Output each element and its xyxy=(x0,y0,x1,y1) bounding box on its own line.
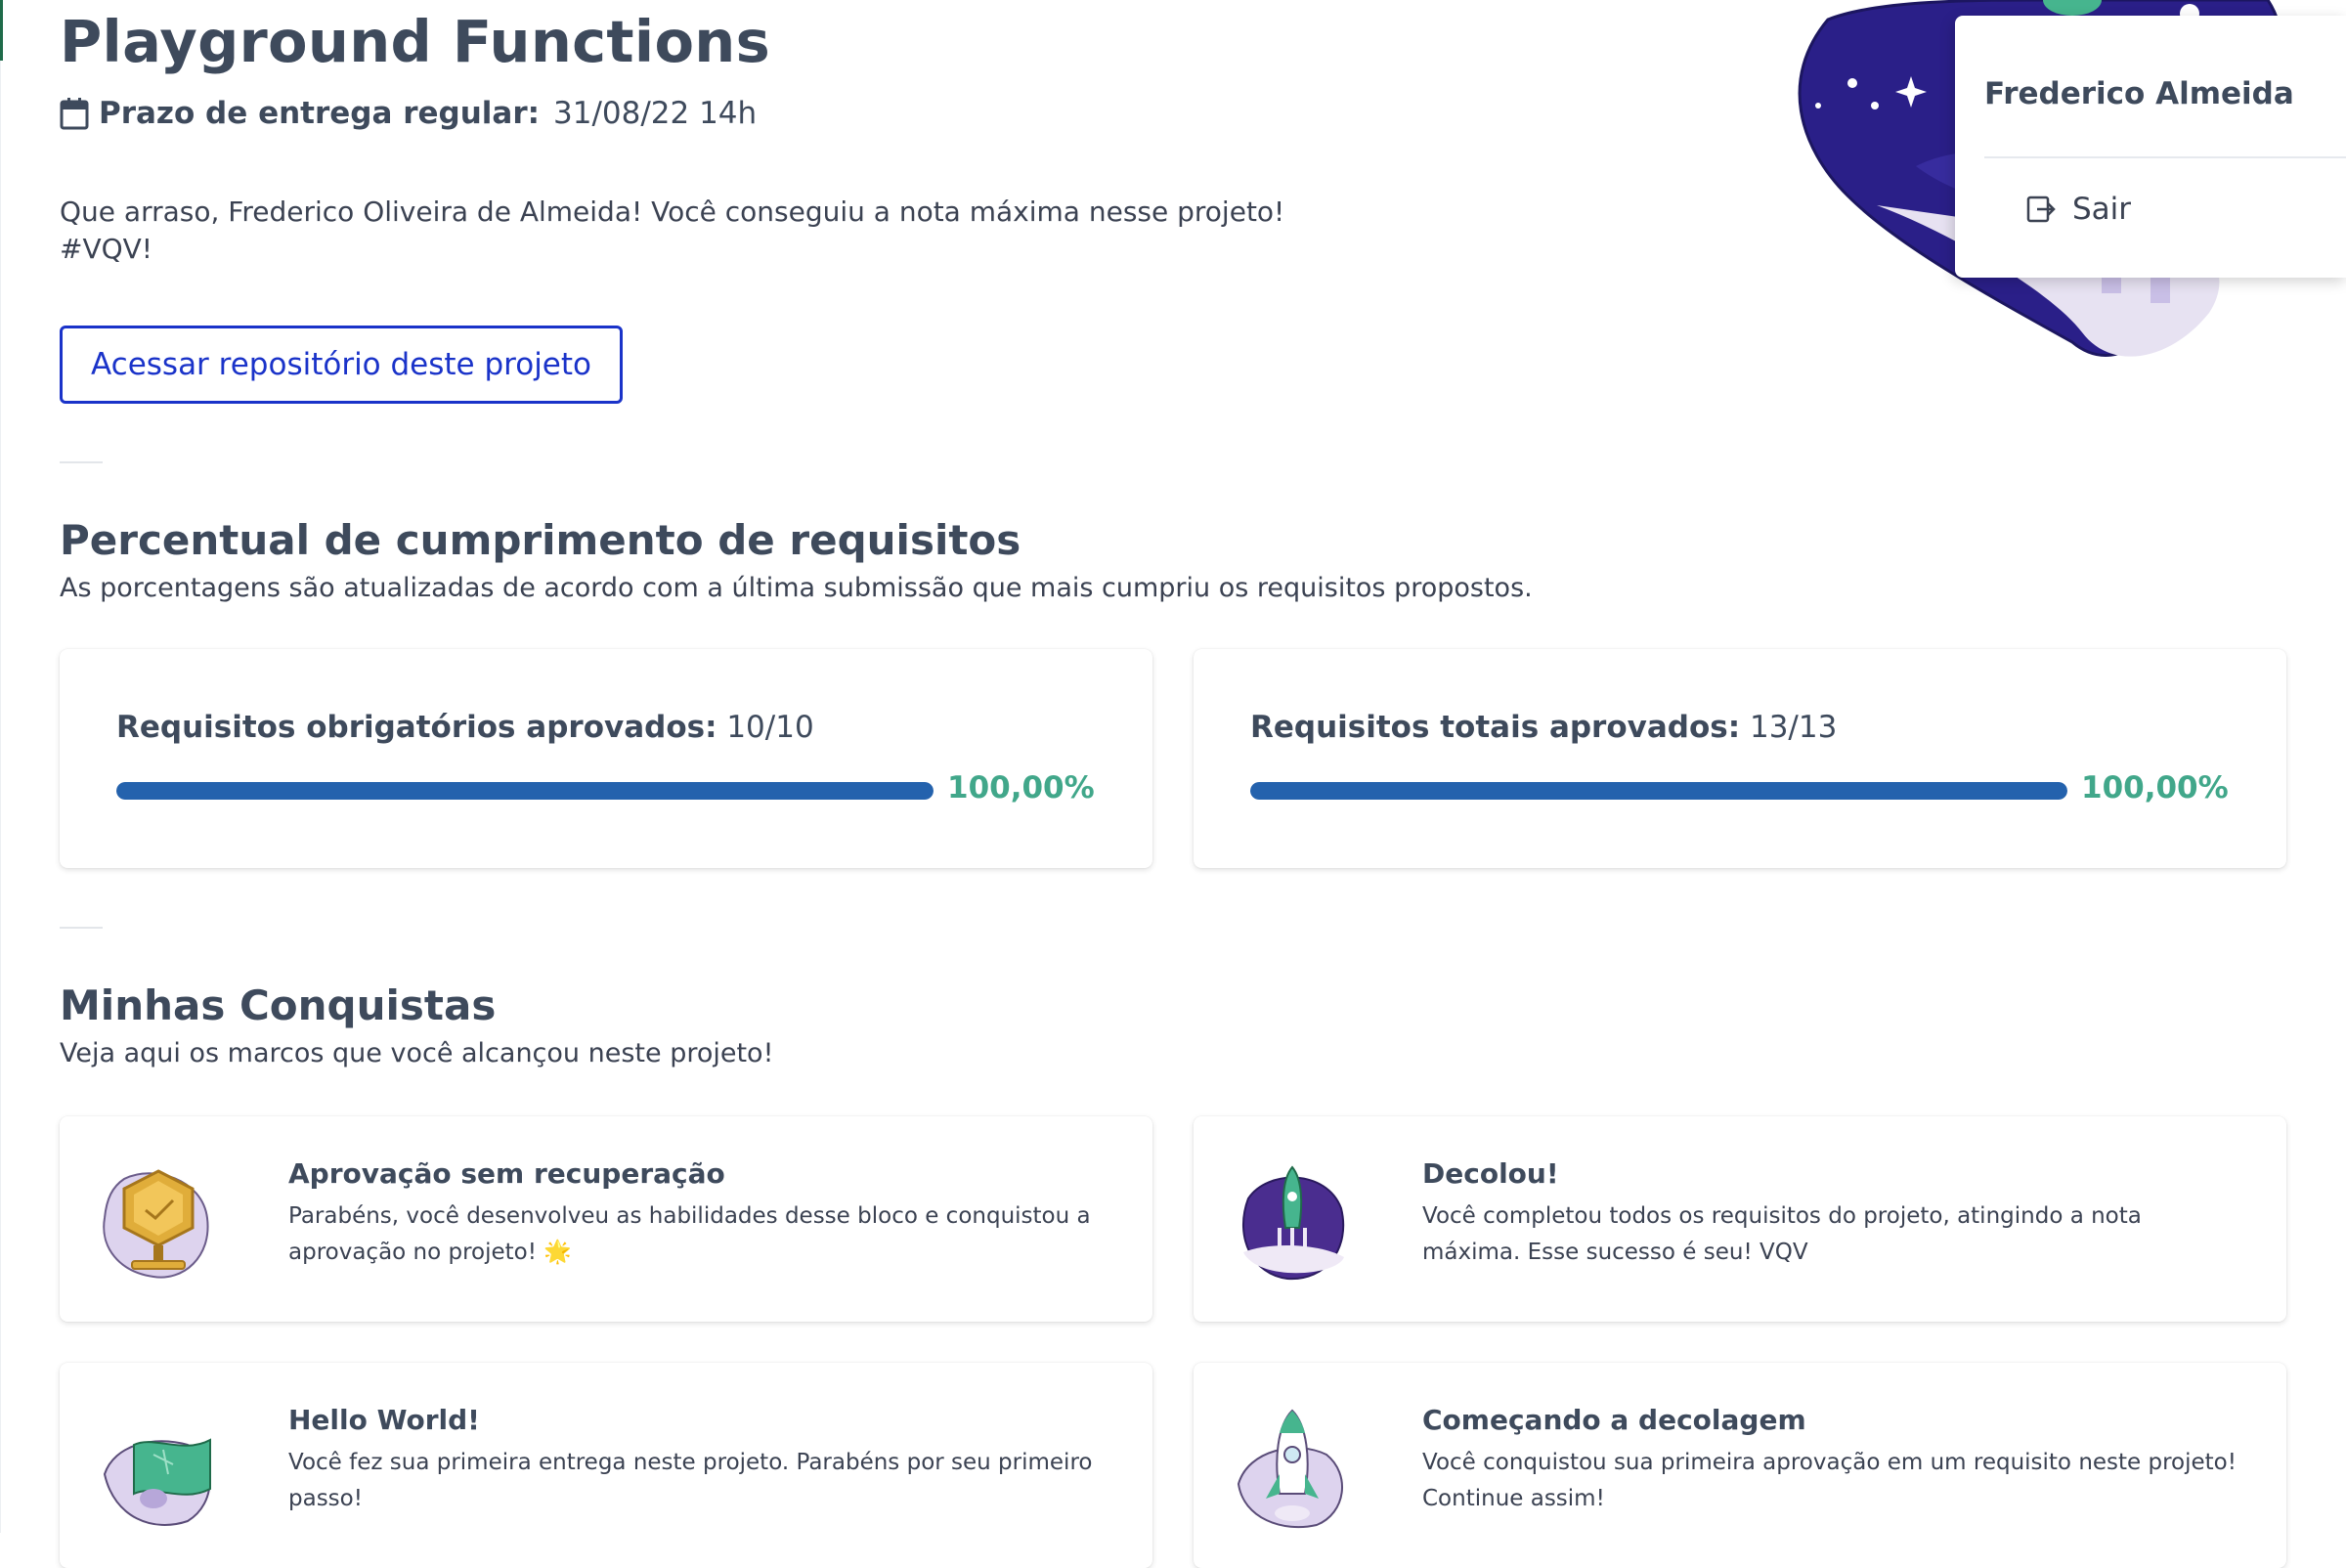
user-name: Frederico Almeida xyxy=(1984,76,2294,111)
progress-bar-fill xyxy=(116,782,934,800)
section-divider xyxy=(60,461,103,463)
repository-button[interactable]: Acessar repositório deste projeto xyxy=(60,326,623,404)
progress-percent: 100,00% xyxy=(947,770,1095,806)
page-title: Playground Functions xyxy=(60,8,770,75)
achievement-title: Começando a decolagem xyxy=(1422,1404,1806,1436)
congrats-message: Que arraso, Frederico Oliveira de Almeid… xyxy=(60,194,1330,268)
achievement-title: Aprovação sem recuperação xyxy=(288,1157,725,1190)
requirement-title: Requisitos totais aprovados: 13/13 xyxy=(1250,710,1837,745)
trophy-icon xyxy=(103,1169,209,1279)
achievement-card: Decolou! Você completou todos os requisi… xyxy=(1194,1116,2286,1322)
deadline-value: 31/08/22 14h xyxy=(553,96,758,131)
achievements-subtitle: Veja aqui os marcos que você alcançou ne… xyxy=(60,1038,774,1068)
deadline-label: Prazo de entrega regular: xyxy=(99,96,540,131)
requirements-subtitle: As porcentagens são atualizadas de acord… xyxy=(60,573,1533,603)
deadline-row: Prazo de entrega regular: 31/08/22 14h xyxy=(60,96,757,131)
achievement-description: Você fez sua primeira entrega neste proj… xyxy=(288,1450,1093,1511)
left-border-line xyxy=(0,61,1,1533)
requirement-label: Requisitos totais aprovados: xyxy=(1250,710,1741,745)
requirement-label: Requisitos obrigatórios aprovados: xyxy=(116,710,717,745)
rocket-icon xyxy=(1237,1409,1343,1529)
user-dropdown-menu: Frederico Almeida Sair xyxy=(1955,16,2346,278)
achievement-title: Hello World! xyxy=(288,1404,480,1436)
achievement-title: Decolou! xyxy=(1422,1157,1559,1190)
left-accent-stripe xyxy=(0,0,3,61)
congrats-line-2: #VQV! xyxy=(60,233,153,265)
requirement-title: Requisitos obrigatórios aprovados: 10/10 xyxy=(116,710,814,745)
logout-label: Sair xyxy=(2072,192,2132,227)
progress-bar xyxy=(1250,782,2067,800)
progress-bar xyxy=(116,782,934,800)
achievement-card: Começando a decolagem Você conquistou su… xyxy=(1194,1363,2286,1568)
achievement-card: Aprovação sem recuperação Parabéns, você… xyxy=(60,1116,1152,1322)
logout-icon xyxy=(2026,196,2056,223)
achievement-description: Você completou todos os requisitos do pr… xyxy=(1422,1203,2142,1265)
mandatory-requirements-card: Requisitos obrigatórios aprovados: 10/10… xyxy=(60,649,1152,868)
logout-button[interactable]: Sair xyxy=(2025,192,2131,227)
section-divider xyxy=(60,927,103,929)
requirements-title: Percentual de cumprimento de requisitos xyxy=(60,516,1021,564)
requirement-value: 10/10 xyxy=(726,710,814,745)
flag-icon xyxy=(103,1438,211,1526)
achievement-description: Parabéns, você desenvolveu as habilidade… xyxy=(288,1203,1091,1265)
progress-bar-fill xyxy=(1250,782,2067,800)
requirement-value: 13/13 xyxy=(1749,710,1838,745)
progress-percent: 100,00% xyxy=(2081,770,2229,806)
achievement-card: Hello World! Você fez sua primeira entre… xyxy=(60,1363,1152,1568)
achievements-title: Minhas Conquistas xyxy=(60,981,497,1029)
calendar-icon xyxy=(60,98,89,130)
achievement-description: Você conquistou sua primeira aprovação e… xyxy=(1422,1450,2237,1511)
congrats-line-1: Que arraso, Frederico Oliveira de Almeid… xyxy=(60,196,1285,228)
menu-divider xyxy=(1984,156,2346,158)
total-requirements-card: Requisitos totais aprovados: 13/13 100,0… xyxy=(1194,649,2286,868)
rocket-launch-icon xyxy=(1242,1165,1345,1281)
